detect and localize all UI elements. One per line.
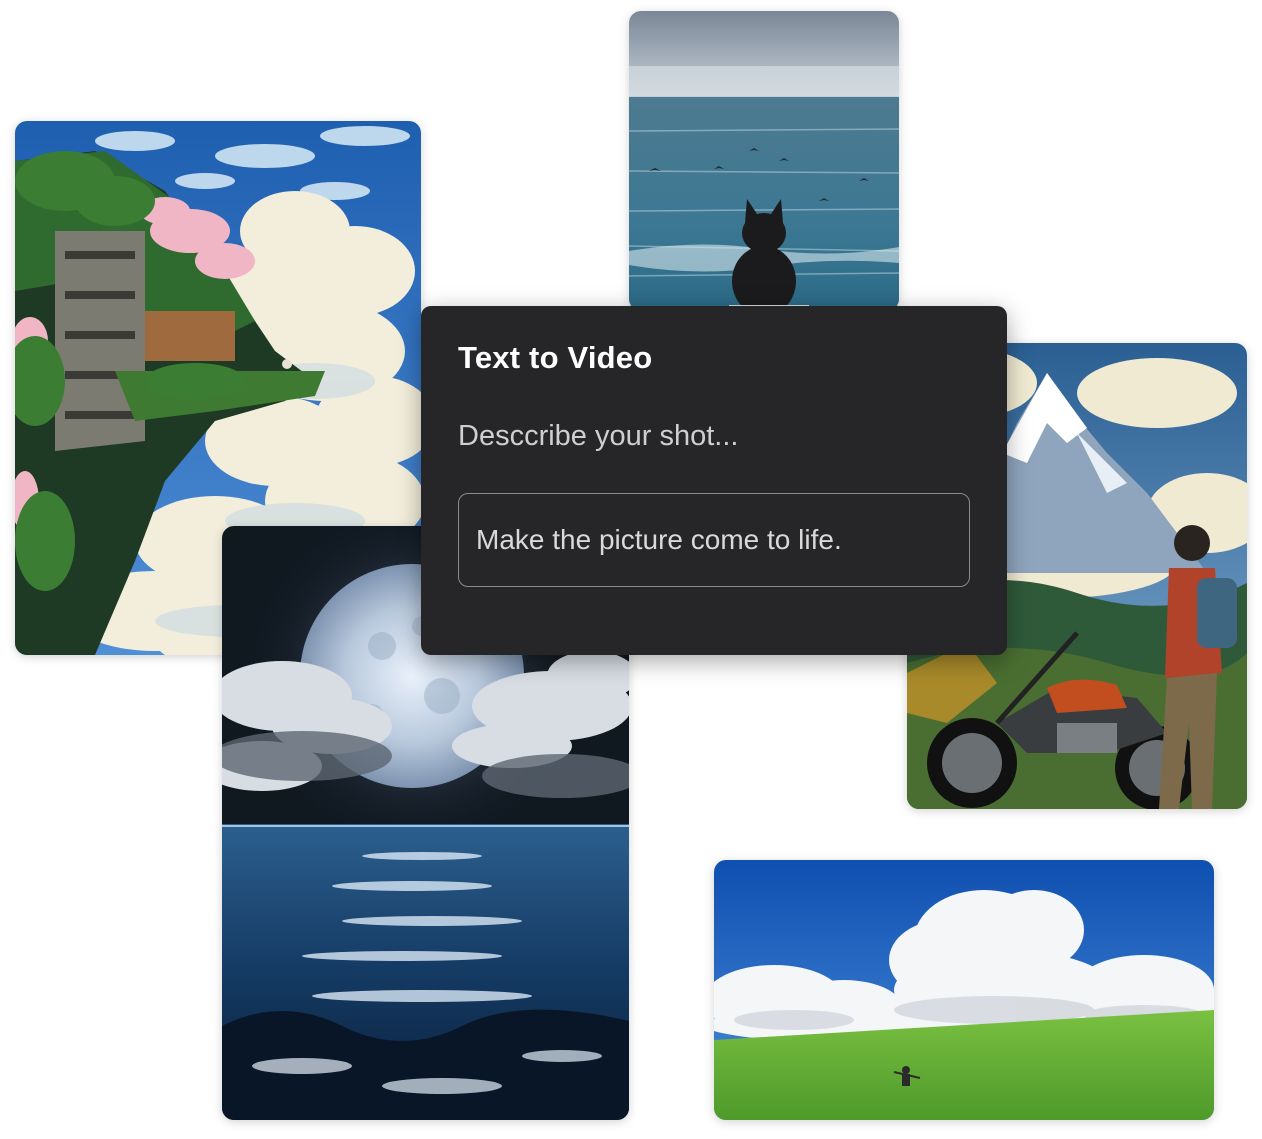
describe-shot-label: Desccribe your shot... xyxy=(458,420,739,452)
cloud-field-image[interactable] xyxy=(714,860,1214,1120)
prompt-input[interactable]: Make the picture come to life. xyxy=(458,493,970,587)
prompt-input-value: Make the picture come to life. xyxy=(476,524,842,555)
cat-by-sea-image[interactable] xyxy=(629,11,899,311)
cat-by-sea-photo xyxy=(629,11,899,311)
text-to-video-panel: Text to Video Desccribe your shot... Mak… xyxy=(421,306,1007,655)
panel-title: Text to Video xyxy=(458,340,653,375)
cloud-field-photo xyxy=(714,860,1214,1120)
